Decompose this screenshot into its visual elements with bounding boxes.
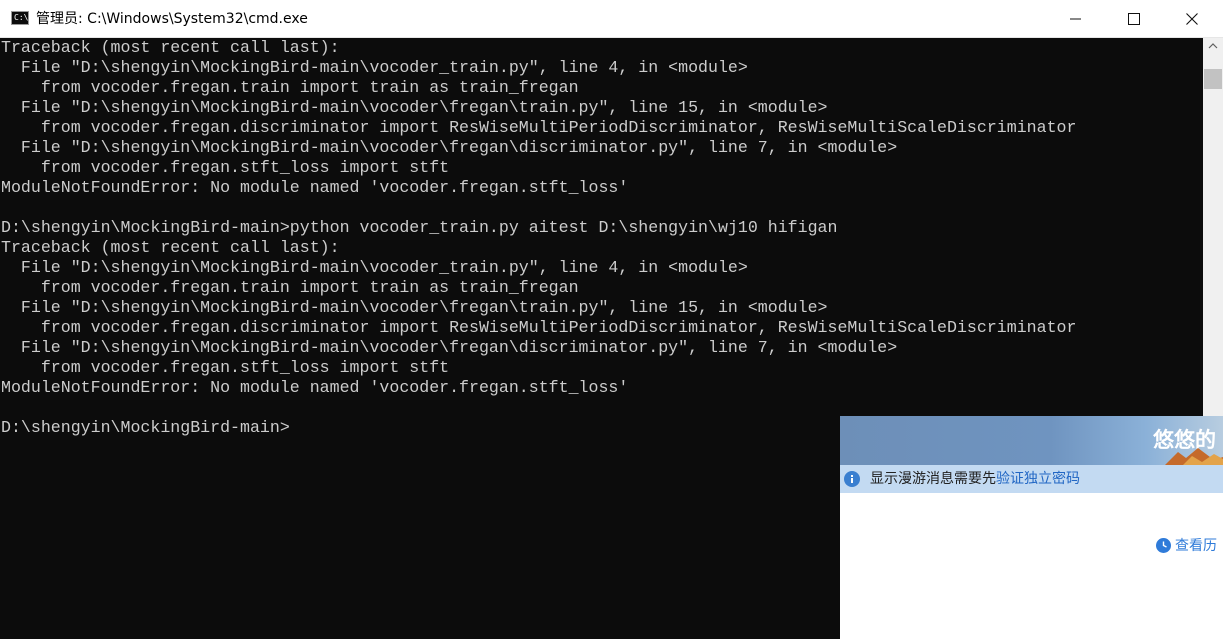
console-line: Traceback (most recent call last): xyxy=(1,238,340,257)
console-line: D:\shengyin\MockingBird-main>python voco… xyxy=(1,218,838,237)
minimize-button[interactable] xyxy=(1047,0,1105,38)
console-line: from vocoder.fregan.stft_loss import stf… xyxy=(1,358,450,377)
console-line: ModuleNotFoundError: No module named 'vo… xyxy=(1,378,629,397)
info-message-text: 显示漫游消息需要先 xyxy=(870,471,996,487)
console-line: File "D:\shengyin\MockingBird-main\vocod… xyxy=(1,338,898,357)
console-line: File "D:\shengyin\MockingBird-main\vocod… xyxy=(1,58,748,77)
popup-banner: 悠悠的 xyxy=(840,416,1223,468)
scroll-thumb[interactable] xyxy=(1204,69,1222,89)
info-bar: 显示漫游消息需要先验证独立密码 xyxy=(840,465,1223,493)
clock-icon xyxy=(1156,538,1171,553)
title-bar[interactable]: C:\. 管理员: C:\Windows\System32\cmd.exe xyxy=(0,0,1223,38)
info-icon xyxy=(844,471,860,487)
console-prompt: D:\shengyin\MockingBird-main> xyxy=(1,418,290,437)
view-history-label: 查看历 xyxy=(1175,538,1217,554)
minimize-icon xyxy=(1070,18,1081,20)
info-message: 显示漫游消息需要先验证独立密码 xyxy=(870,469,1080,489)
console-line: from vocoder.fregan.discriminator import… xyxy=(1,118,1077,137)
window-title: 管理员: C:\Windows\System32\cmd.exe xyxy=(36,11,308,27)
notification-popup[interactable]: 悠悠的 显示漫游消息需要先验证独立密码 查看历 xyxy=(840,416,1223,639)
console-line: ModuleNotFoundError: No module named 'vo… xyxy=(1,178,629,197)
verify-password-link[interactable]: 验证独立密码 xyxy=(996,471,1080,487)
close-icon xyxy=(1186,13,1198,25)
maximize-icon xyxy=(1128,13,1140,25)
console-line: from vocoder.fregan.train import train a… xyxy=(1,278,579,297)
view-history-link[interactable]: 查看历 xyxy=(1156,537,1217,555)
console-line: File "D:\shengyin\MockingBird-main\vocod… xyxy=(1,98,828,117)
console-line: Traceback (most recent call last): xyxy=(1,38,340,57)
scroll-up-button[interactable] xyxy=(1203,38,1223,55)
cmd-icon[interactable]: C:\. xyxy=(11,11,33,25)
console-line: File "D:\shengyin\MockingBird-main\vocod… xyxy=(1,258,748,277)
close-button[interactable] xyxy=(1163,0,1221,38)
cmd-icon-label: C:\. xyxy=(14,13,34,22)
console-line: from vocoder.fregan.discriminator import… xyxy=(1,318,1077,337)
console-line: from vocoder.fregan.stft_loss import stf… xyxy=(1,158,450,177)
console-line: File "D:\shengyin\MockingBird-main\vocod… xyxy=(1,298,828,317)
maximize-button[interactable] xyxy=(1105,0,1163,38)
console-line: File "D:\shengyin\MockingBird-main\vocod… xyxy=(1,138,898,157)
console-line: from vocoder.fregan.train import train a… xyxy=(1,78,579,97)
chevron-up-icon xyxy=(1208,43,1218,49)
